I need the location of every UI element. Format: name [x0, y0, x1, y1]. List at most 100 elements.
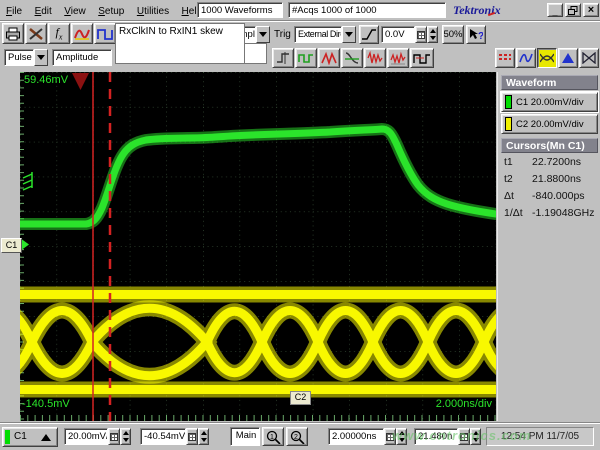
chevron-up-icon: [41, 434, 51, 441]
c1-scale-label: C1 20.00mV/div: [516, 97, 584, 108]
readout-value: -840.000ps: [532, 190, 585, 202]
close-button[interactable]: ×: [583, 3, 599, 17]
horizontal-delay-keypad-button[interactable]: [458, 428, 470, 445]
channel-c1-button[interactable]: C1 20.00mV/div: [501, 92, 598, 112]
chevron-up-icon: [430, 29, 436, 33]
c2-channel-tag[interactable]: C2: [290, 391, 311, 405]
zoom-1-button[interactable]: 1: [262, 427, 284, 446]
vertical-scale-keypad-button[interactable]: [108, 428, 120, 445]
horizontal-scale-keypad-button[interactable]: [384, 428, 396, 445]
meas-pulse-width-button[interactable]: [410, 48, 434, 68]
chevron-down-icon: [345, 32, 353, 37]
display-vector-button[interactable]: [516, 48, 536, 68]
vertical-scale-spinner[interactable]: [120, 428, 131, 445]
trig-label: Trig: [274, 29, 291, 40]
noise-icon: [390, 51, 406, 65]
fall-time-icon: [344, 51, 360, 65]
acquisition-mode-dropdown[interactable]: [256, 26, 270, 43]
spin-down[interactable]: [397, 437, 406, 445]
channel-c2-button[interactable]: C2 20.00mV/div: [501, 114, 598, 134]
svg-text:2: 2: [294, 434, 298, 441]
trig-slope-button[interactable]: [359, 25, 379, 44]
spin-up[interactable]: [397, 429, 406, 437]
horizontal-delay-field[interactable]: 21.480n: [414, 428, 458, 445]
fx-icon: fx: [56, 25, 63, 41]
waveform-button[interactable]: [71, 23, 93, 44]
meas-high-low-button[interactable]: [295, 48, 317, 68]
horizontal-scale-field[interactable]: 2.00000ns: [328, 428, 384, 445]
math-button[interactable]: fx: [48, 23, 70, 44]
horizontal-delay-spinner[interactable]: [470, 428, 481, 445]
bowtie-icon: [582, 52, 596, 64]
meas-jitter-button[interactable]: [364, 48, 386, 68]
vertical-bottom-readout: -140.5mV: [22, 398, 70, 410]
spin-up[interactable]: [428, 27, 437, 35]
waveform-counter: 1000 Waveforms: [197, 2, 283, 18]
spin-up[interactable]: [471, 429, 480, 437]
menu-item-utilities[interactable]: Utilities: [133, 4, 173, 19]
meas-type-select[interactable]: Amplitude: [52, 49, 112, 66]
display-dots-button[interactable]: [495, 48, 515, 68]
readout-value: 21.8800ns: [532, 173, 581, 185]
spin-up[interactable]: [121, 429, 130, 437]
menu-item-view[interactable]: View: [60, 4, 90, 19]
meas-amplitude-button[interactable]: [318, 48, 340, 68]
set-50-percent-button[interactable]: 50%: [442, 25, 464, 44]
sidebar: Waveform C1 20.00mV/div C2 20.00mV/div C…: [497, 72, 600, 421]
display-eye-button[interactable]: [537, 48, 557, 68]
magnifier-2-icon: 2: [290, 430, 305, 444]
sine-icon: [519, 52, 533, 64]
horizontal-scale-spinner[interactable]: [396, 428, 407, 445]
meas-category-select[interactable]: Pulse: [4, 49, 34, 66]
chevron-down-icon: [259, 32, 267, 37]
tools-button[interactable]: [25, 23, 47, 44]
cursor-readout-row: Δt -840.000ps: [498, 190, 600, 206]
keypad-icon: [188, 433, 196, 441]
spin-up[interactable]: [199, 429, 208, 437]
zoom-2-button[interactable]: 2: [286, 427, 308, 446]
trig-level-spinner[interactable]: [427, 26, 438, 43]
meas-ref-levels-button[interactable]: [272, 48, 294, 68]
minimize-button[interactable]: _: [547, 3, 563, 17]
menu-item-edit[interactable]: Edit: [31, 4, 56, 19]
chevron-down-icon: [430, 36, 436, 40]
trig-level-keypad-button[interactable]: [415, 26, 427, 43]
meas-category-dropdown[interactable]: [34, 49, 48, 66]
clock-display: 12:54 PM 11/7/05: [486, 427, 594, 446]
waveform-panel-header: Waveform: [501, 75, 598, 90]
vertical-offset-spinner[interactable]: [198, 428, 209, 445]
horizontal-mode-button[interactable]: Main: [230, 427, 260, 446]
red-zigzag-icon: [321, 51, 337, 65]
display-histogram-button[interactable]: [558, 48, 578, 68]
chevron-down-icon: [37, 55, 45, 60]
c1-channel-tag[interactable]: C1: [1, 238, 22, 253]
meas-noise-button[interactable]: [387, 48, 409, 68]
spin-down[interactable]: [199, 437, 208, 445]
restore-button[interactable]: [565, 3, 581, 17]
chevron-down-icon: [201, 438, 207, 442]
meas-fall-time-button[interactable]: [341, 48, 363, 68]
svg-text:?: ?: [478, 31, 483, 41]
bottom-control-bar: C1 20.00mV/ -40.54mV Main 1 2 2.00000ns …: [0, 424, 600, 450]
c2-scale-label: C2 20.00mV/div: [516, 119, 584, 130]
readout-name: t2: [504, 173, 513, 185]
tools-icon: [28, 27, 44, 41]
trig-source-select[interactable]: External Direct: [294, 26, 342, 43]
vertical-offset-field[interactable]: -40.54mV: [140, 428, 186, 445]
vertical-offset-keypad-button[interactable]: [186, 428, 198, 445]
chevron-up-icon: [473, 431, 479, 435]
trig-source-dropdown[interactable]: [342, 26, 356, 43]
spin-down[interactable]: [428, 35, 437, 43]
spin-down[interactable]: [471, 437, 480, 445]
print-button[interactable]: [2, 23, 24, 44]
trig-level-field[interactable]: 0.0V: [381, 26, 415, 43]
display-bowtie-button[interactable]: [579, 48, 599, 68]
vertical-scale-field[interactable]: 20.00mV/: [64, 428, 108, 445]
context-help-button[interactable]: ?: [466, 25, 486, 44]
pulse-button[interactable]: [94, 23, 116, 44]
spin-down[interactable]: [121, 437, 130, 445]
menu-item-file[interactable]: File: [2, 4, 26, 19]
menu-item-setup[interactable]: Setup: [94, 4, 128, 19]
pulse-width-icon: [413, 51, 431, 65]
channel-select-button[interactable]: C1: [2, 427, 58, 447]
